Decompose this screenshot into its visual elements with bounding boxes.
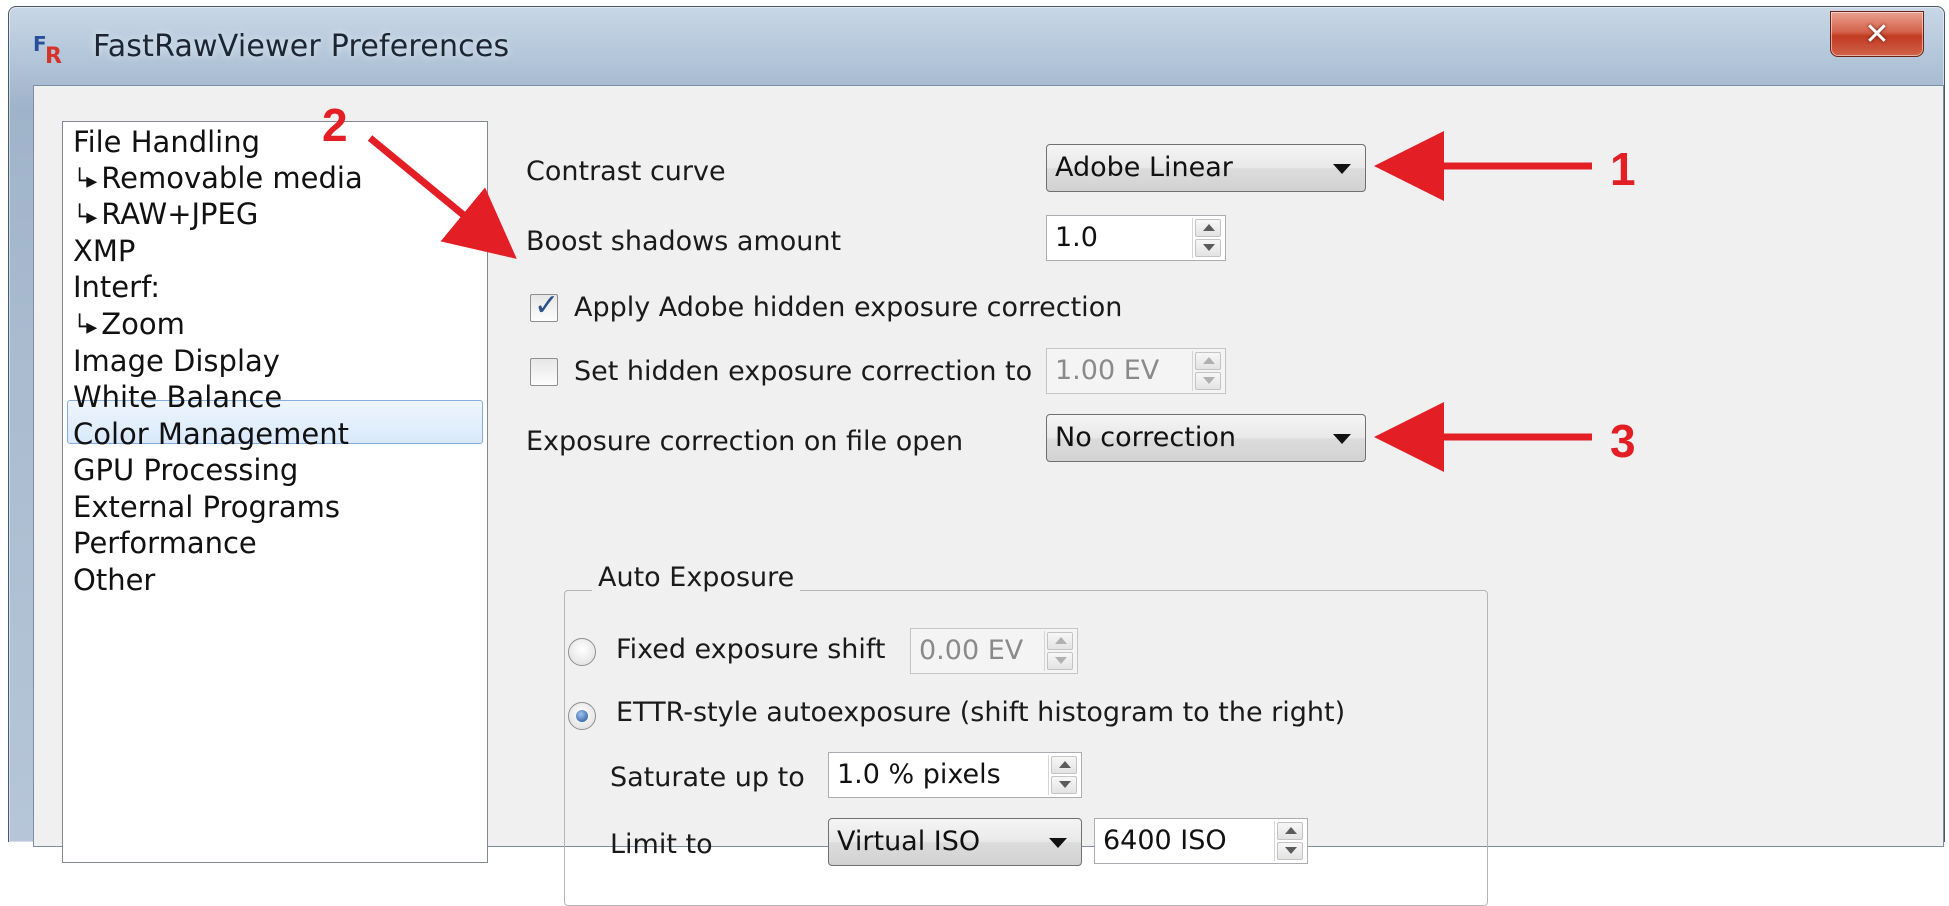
spin-down-icon [1195,372,1221,390]
sidebar-item-xmp[interactable]: XMP [73,231,135,271]
fixed-exposure-radio[interactable] [568,638,596,666]
spin-up-icon[interactable] [1051,756,1077,774]
annotation-number-1: 1 [1610,143,1636,195]
annotation-number-2: 2 [322,99,348,151]
apply-hidden-exposure-checkbox[interactable]: ✓ [530,289,559,323]
contrast-curve-select[interactable]: Adobe Linear [1046,144,1366,192]
preferences-window: F R FastRawViewer Preferences ✕ File Han… [8,6,1945,906]
radio-selected-dot [576,710,588,722]
limit-iso-spinbox[interactable]: 6400 ISO [1094,818,1308,864]
sidebar-item-image-display[interactable]: Image Display [73,341,280,381]
annotation-number-3: 3 [1610,415,1636,467]
sidebar-item-zoom[interactable]: └▸ Zoom [73,304,185,344]
set-hidden-exposure-checkbox[interactable] [530,358,558,386]
chevron-down-icon [1333,164,1351,174]
limit-mode-select[interactable]: Virtual ISO [828,818,1082,866]
spin-down-icon[interactable] [1195,239,1221,257]
saturate-label: Saturate up to [610,762,805,793]
close-button[interactable]: ✕ [1830,11,1924,57]
sidebar-item-interface[interactable]: Interf: [73,267,160,307]
limit-label: Limit to [610,829,713,860]
apply-hidden-exposure-label[interactable]: Apply Adobe hidden exposure correction [574,292,1122,323]
spin-up-icon [1047,632,1073,650]
exposure-on-open-label: Exposure correction on file open [526,426,964,457]
saturate-spinbox[interactable]: 1.0 % pixels [828,752,1082,798]
contrast-curve-label: Contrast curve [526,156,726,187]
close-icon: ✕ [1864,16,1890,52]
chevron-down-icon [1333,434,1351,444]
sidebar-item-file-handling[interactable]: File Handling [73,122,260,162]
sidebar-item-performance[interactable]: Performance [73,523,257,563]
sidebar-item-color-management[interactable]: Color Management [73,414,349,454]
preferences-category-list: File Handling └▸ Removable media └▸ RAW+JP… [62,121,488,863]
fixed-exposure-spinbox: 0.00 EV [910,628,1078,674]
sidebar-item-white-balance[interactable]: White Balance [73,377,282,417]
sidebar-item-raw-jpeg[interactable]: └▸ RAW+JPEG [73,194,258,234]
set-hidden-exposure-label[interactable]: Set hidden exposure correction to [574,356,1032,387]
app-logo-icon: F R [33,32,62,69]
ettr-label[interactable]: ETTR-style autoexposure (shift histogram… [616,697,1345,728]
fixed-exposure-label[interactable]: Fixed exposure shift [616,634,886,665]
sidebar-item-removable-media[interactable]: └▸ Removable media [73,158,363,198]
spin-up-icon[interactable] [1195,219,1221,237]
spin-down-icon [1047,652,1073,670]
spin-down-icon[interactable] [1277,842,1303,860]
spin-down-icon[interactable] [1051,776,1077,794]
hidden-exposure-spinbox: 1.00 EV [1046,348,1226,394]
sub-arrow-icon: └▸ [73,315,98,340]
exposure-on-open-select[interactable]: No correction [1046,414,1366,462]
spin-up-icon[interactable] [1277,822,1303,840]
spin-up-icon [1195,352,1221,370]
checkmark-icon: ✓ [534,288,560,323]
boost-shadows-label: Boost shadows amount [526,226,842,257]
sub-arrow-icon: └▸ [73,205,98,230]
chevron-down-icon [1049,838,1067,848]
sidebar-item-gpu-processing[interactable]: GPU Processing [73,450,298,490]
sidebar-item-external-programs[interactable]: External Programs [73,487,340,527]
boost-shadows-spinbox[interactable]: 1.0 [1046,215,1226,261]
svg-text:R: R [45,44,62,69]
ettr-radio[interactable] [568,702,596,730]
sub-arrow-icon: └▸ [73,169,98,194]
dialog-client-area: File Handling └▸ Removable media └▸ RAW+JP… [33,85,1944,906]
auto-exposure-title: Auto Exposure [592,562,801,593]
sidebar-item-other[interactable]: Other [73,560,155,600]
window-title: FastRawViewer Preferences [93,29,510,64]
